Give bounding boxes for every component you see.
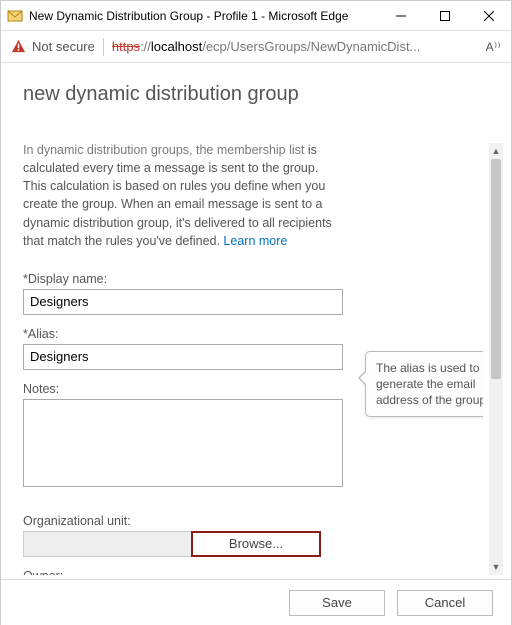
close-button[interactable]	[467, 1, 511, 30]
url-sep: ://	[140, 39, 151, 54]
page-title: new dynamic distribution group	[23, 83, 489, 106]
scroll-up-arrow[interactable]: ▲	[489, 143, 503, 159]
display-name-input[interactable]	[23, 289, 343, 315]
alias-tooltip: The alias is used to generate the email …	[365, 351, 483, 418]
not-secure-label: Not secure	[32, 39, 95, 54]
ou-input	[23, 531, 193, 557]
window-title: New Dynamic Distribution Group - Profile…	[29, 9, 379, 23]
cancel-button[interactable]: Cancel	[397, 590, 493, 616]
ou-label: Organizational unit:	[23, 514, 483, 528]
learn-more-link[interactable]: Learn more	[223, 234, 287, 248]
owner-label: Owner:	[23, 569, 483, 575]
description-body: is calculated every time a message is se…	[23, 143, 332, 248]
dialog-footer: Save Cancel	[1, 579, 511, 625]
display-name-label: *Display name:	[23, 272, 483, 286]
description-text: In dynamic distribution groups, the memb…	[23, 141, 333, 250]
save-button[interactable]: Save	[289, 590, 385, 616]
app-icon	[7, 8, 23, 24]
addressbar-divider	[103, 38, 104, 56]
url-scheme: https	[112, 39, 140, 54]
alias-label: *Alias:	[23, 327, 483, 341]
url-host: localhost	[151, 39, 202, 54]
window-controls	[379, 1, 511, 30]
description-cutoff: In dynamic distribution groups, the memb…	[23, 143, 304, 157]
alias-input[interactable]	[23, 344, 343, 370]
vertical-scrollbar[interactable]: ▲ ▼	[489, 143, 503, 575]
scrollbar-thumb[interactable]	[491, 159, 501, 379]
minimize-button[interactable]	[379, 1, 423, 30]
window-titlebar: New Dynamic Distribution Group - Profile…	[1, 1, 511, 31]
browse-button[interactable]: Browse...	[191, 531, 321, 557]
alias-tooltip-text: The alias is used to generate the email …	[376, 361, 483, 407]
address-bar: Not secure https://localhost/ecp/UsersGr…	[1, 31, 511, 63]
maximize-button[interactable]	[423, 1, 467, 30]
url-display[interactable]: https://localhost/ecp/UsersGroups/NewDyn…	[112, 39, 478, 54]
url-path: /ecp/UsersGroups/NewDynamicDist...	[202, 39, 420, 54]
warning-icon	[11, 39, 26, 54]
security-indicator[interactable]: Not secure	[11, 39, 95, 54]
form-scroll-area: In dynamic distribution groups, the memb…	[23, 141, 483, 575]
notes-input[interactable]	[23, 399, 343, 487]
scroll-down-arrow[interactable]: ▼	[489, 559, 503, 575]
read-aloud-icon[interactable]: A⁾⁾	[486, 40, 501, 54]
